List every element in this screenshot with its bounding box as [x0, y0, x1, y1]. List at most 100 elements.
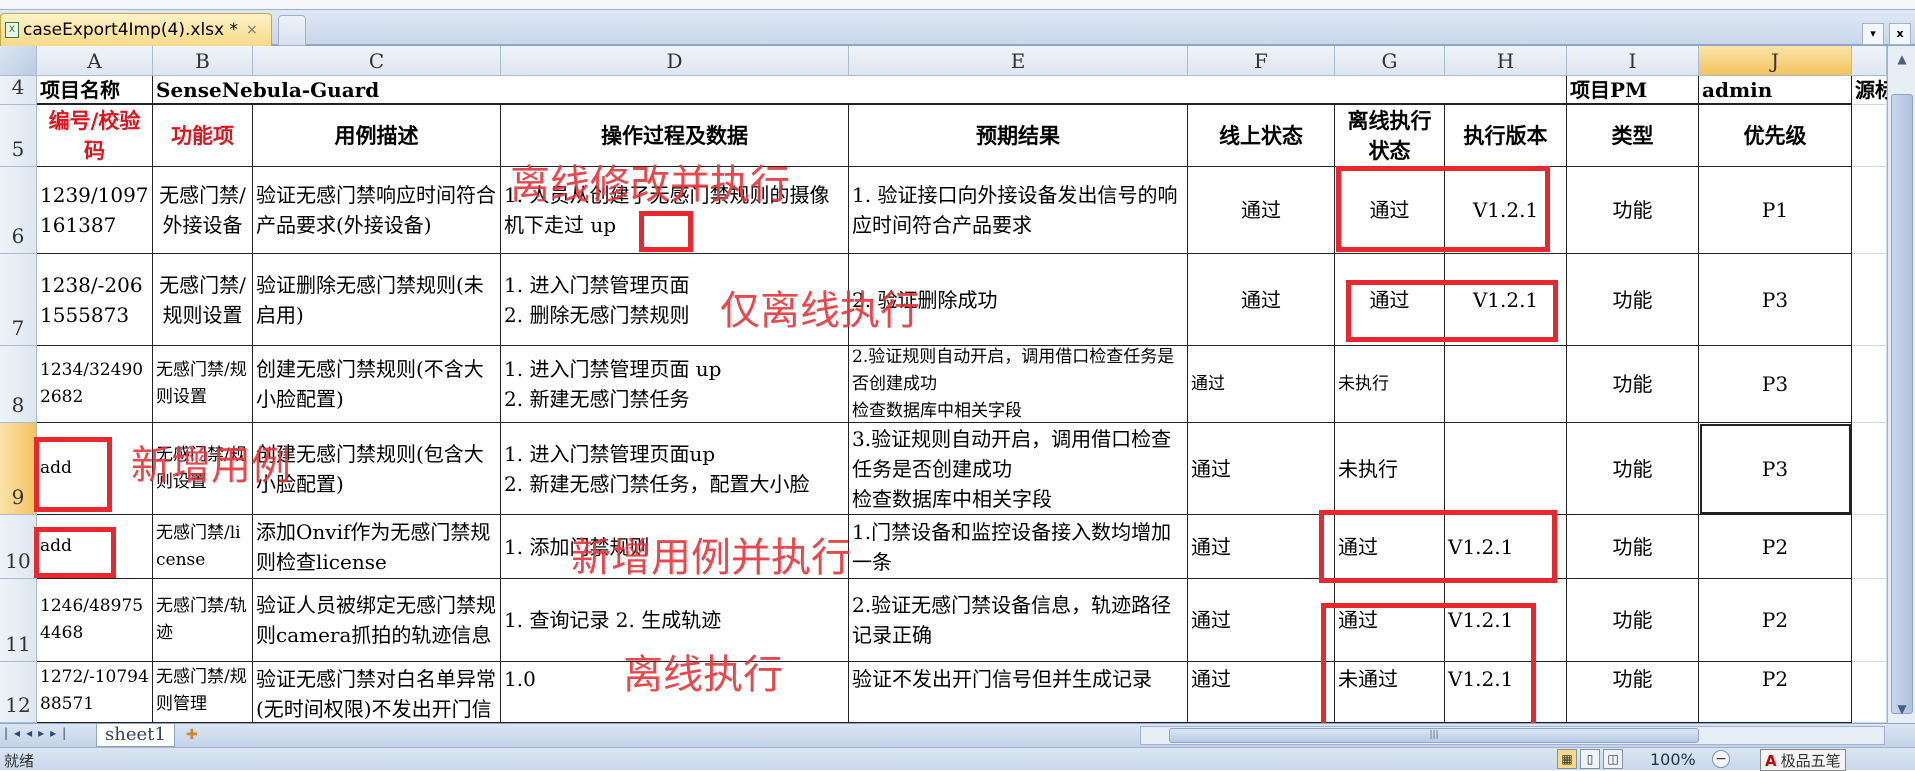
cell-f9[interactable]: 通过 — [1188, 423, 1335, 515]
cell-b8[interactable]: 无感门禁/规则设置 — [153, 346, 253, 423]
cell-h10[interactable]: V1.2.1 — [1445, 515, 1567, 579]
cell-k7[interactable] — [1852, 254, 1887, 346]
cell-j6[interactable]: P1 — [1699, 167, 1852, 254]
cell-a6[interactable]: 1239/1097161387 — [37, 167, 153, 254]
ime-toolbar[interactable]: A 极品五笔 — [1760, 749, 1846, 771]
cell-a7[interactable]: 1238/-2061555873 — [37, 254, 153, 346]
cell-h5[interactable]: 执行版本 — [1445, 105, 1567, 167]
page-layout-view-icon[interactable]: ▯ — [1580, 749, 1600, 769]
cell-a4[interactable]: 项目名称 — [37, 76, 153, 105]
cell-k12[interactable] — [1852, 662, 1887, 723]
row-header-10[interactable]: 10 — [0, 515, 37, 579]
cell-a12[interactable]: 1272/-1079488571 — [37, 662, 153, 723]
cell-d8[interactable]: 1. 进入门禁管理页面 up 2. 新建无感门禁任务 — [501, 346, 849, 423]
row-header-7[interactable]: 7 — [0, 254, 37, 346]
cell-j5[interactable]: 优先级 — [1699, 105, 1852, 167]
cell-k10[interactable] — [1852, 515, 1887, 579]
cell-j12[interactable]: P2 — [1699, 662, 1852, 723]
zoom-out-icon[interactable]: − — [1712, 750, 1730, 768]
sheet-tab-sheet1[interactable]: sheet1 — [96, 724, 175, 747]
cell-h12[interactable]: V1.2.1 — [1445, 662, 1567, 723]
close-window-button[interactable]: x — [1889, 23, 1911, 45]
cell-g11[interactable]: 通过 — [1335, 579, 1445, 662]
cell-c5[interactable]: 用例描述 — [253, 105, 501, 167]
cell-j11[interactable]: P2 — [1699, 579, 1852, 662]
cell-j8[interactable]: P3 — [1699, 346, 1852, 423]
cell-j7[interactable]: P3 — [1699, 254, 1852, 346]
cell-b9[interactable]: 无感门禁/规则设置 — [153, 423, 253, 515]
cell-b10[interactable]: 无感门禁/license — [153, 515, 253, 579]
column-header-c[interactable]: C — [253, 46, 501, 76]
cell-b12[interactable]: 无感门禁/规则管理 — [153, 662, 253, 723]
cell-b11[interactable]: 无感门禁/轨迹 — [153, 579, 253, 662]
cell-e7[interactable]: 2. 验证删除成功 — [849, 254, 1188, 346]
cell-h6[interactable]: V1.2.1 — [1445, 167, 1567, 254]
cell-h7[interactable]: V1.2.1 — [1445, 254, 1567, 346]
cell-c12[interactable]: 验证无感门禁对白名单异常(无时间权限)不发出开门信号 — [253, 662, 501, 723]
normal-view-icon[interactable]: ▦ — [1557, 749, 1577, 769]
cell-e9[interactable]: 3.验证规则自动开启，调用借口检查任务是否创建成功 检查数据库中相关字段 — [849, 423, 1188, 515]
cell-d6[interactable]: 1. 人员从创建了无感门禁规则的摄像机下走过 up — [501, 167, 849, 254]
row-header-12[interactable]: 12 — [0, 662, 37, 723]
column-header-h[interactable]: H — [1445, 46, 1567, 76]
cell-d11[interactable]: 1. 查询记录 2. 生成轨迹 — [501, 579, 849, 662]
cell-d12[interactable]: 1.0 — [501, 662, 849, 723]
spreadsheet-grid[interactable]: A B C D E F G H I J 4 项目名称 SenseNebula-Guard 项目PM admi… — [0, 46, 1887, 723]
cell-g12[interactable]: 未通过 — [1335, 662, 1445, 723]
zoom-level[interactable]: 100% — [1650, 750, 1696, 769]
cell-f11[interactable]: 通过 — [1188, 579, 1335, 662]
cell-c11[interactable]: 验证人员被绑定无感门禁规则camera抓拍的轨迹信息 — [253, 579, 501, 662]
row-header-6[interactable]: 6 — [0, 167, 37, 254]
cell-b6[interactable]: 无感门禁/外接设备 — [153, 167, 253, 254]
cell-k6[interactable] — [1852, 167, 1887, 254]
cell-d9[interactable]: 1. 进入门禁管理页面up 2. 新建无感门禁任务，配置大小脸 — [501, 423, 849, 515]
cell-f12[interactable]: 通过 — [1188, 662, 1335, 723]
cell-e8[interactable]: 2.验证规则自动开启，调用借口检查任务是否创建成功 检查数据库中相关字段 — [849, 346, 1188, 423]
column-header-b[interactable]: B — [153, 46, 253, 76]
cell-f6[interactable]: 通过 — [1188, 167, 1335, 254]
cell-c9[interactable]: 创建无感门禁规则(包含大小脸配置) — [253, 423, 501, 515]
cell-h9[interactable] — [1445, 423, 1567, 515]
select-all-corner[interactable] — [0, 46, 37, 76]
cell-k5[interactable] — [1852, 105, 1887, 167]
cell-k11[interactable] — [1852, 579, 1887, 662]
cell-i8[interactable]: 功能 — [1567, 346, 1699, 423]
cell-c8[interactable]: 创建无感门禁规则(不含大小脸配置) — [253, 346, 501, 423]
cell-i7[interactable]: 功能 — [1567, 254, 1699, 346]
row-header-4[interactable]: 4 — [0, 76, 37, 105]
cell-f4[interactable] — [1188, 76, 1335, 105]
new-tab-button[interactable] — [278, 15, 306, 46]
cell-c10[interactable]: 添加Onvif作为无感门禁规则检查license — [253, 515, 501, 579]
cell-h4[interactable] — [1445, 76, 1567, 105]
cell-g6[interactable]: 通过 — [1335, 167, 1445, 254]
row-header-5[interactable]: 5 — [0, 105, 37, 167]
cell-h8[interactable] — [1445, 346, 1567, 423]
cell-e10[interactable]: 1.门禁设备和监控设备接入数均增加一条 — [849, 515, 1188, 579]
cell-k9[interactable] — [1852, 423, 1887, 515]
sheet-nav-arrows-icon[interactable]: |◂◂▸▸| — [4, 726, 72, 740]
cell-j4[interactable]: admin — [1699, 76, 1852, 105]
cell-c7[interactable]: 验证删除无感门禁规则(未启用) — [253, 254, 501, 346]
cell-i9[interactable]: 功能 — [1567, 423, 1699, 515]
column-header-j[interactable]: J — [1699, 46, 1852, 76]
cell-e12[interactable]: 验证不发出开门信号但并生成记录 — [849, 662, 1188, 723]
cell-b4[interactable]: SenseNebula-Guard — [153, 76, 653, 105]
cell-d7[interactable]: 1. 进入门禁管理页面 2. 删除无感门禁规则 — [501, 254, 849, 346]
column-header-i[interactable]: I — [1567, 46, 1699, 76]
cell-e11[interactable]: 2.验证无感门禁设备信息，轨迹路径记录正确 — [849, 579, 1188, 662]
cell-g7[interactable]: 通过 — [1335, 254, 1445, 346]
cell-b5[interactable]: 功能项 — [153, 105, 253, 167]
column-header-g[interactable]: G — [1335, 46, 1445, 76]
horizontal-scroll-thumb[interactable]: ||| — [1169, 728, 1699, 743]
cell-g8[interactable]: 未执行 — [1335, 346, 1445, 423]
cell-j9[interactable]: P3 — [1699, 423, 1852, 515]
column-header-k[interactable] — [1852, 46, 1887, 76]
cell-b7[interactable]: 无感门禁/规则设置 — [153, 254, 253, 346]
cell-f8[interactable]: 通过 — [1188, 346, 1335, 423]
cell-e4[interactable] — [849, 76, 1188, 105]
scroll-up-arrow-icon[interactable]: ▲ — [1891, 48, 1913, 70]
column-header-e[interactable]: E — [849, 46, 1188, 76]
page-break-view-icon[interactable]: ◫ — [1603, 749, 1623, 769]
cell-k4[interactable]: 源标 — [1852, 76, 1887, 105]
horizontal-scrollbar[interactable]: ||| — [1140, 726, 1885, 745]
